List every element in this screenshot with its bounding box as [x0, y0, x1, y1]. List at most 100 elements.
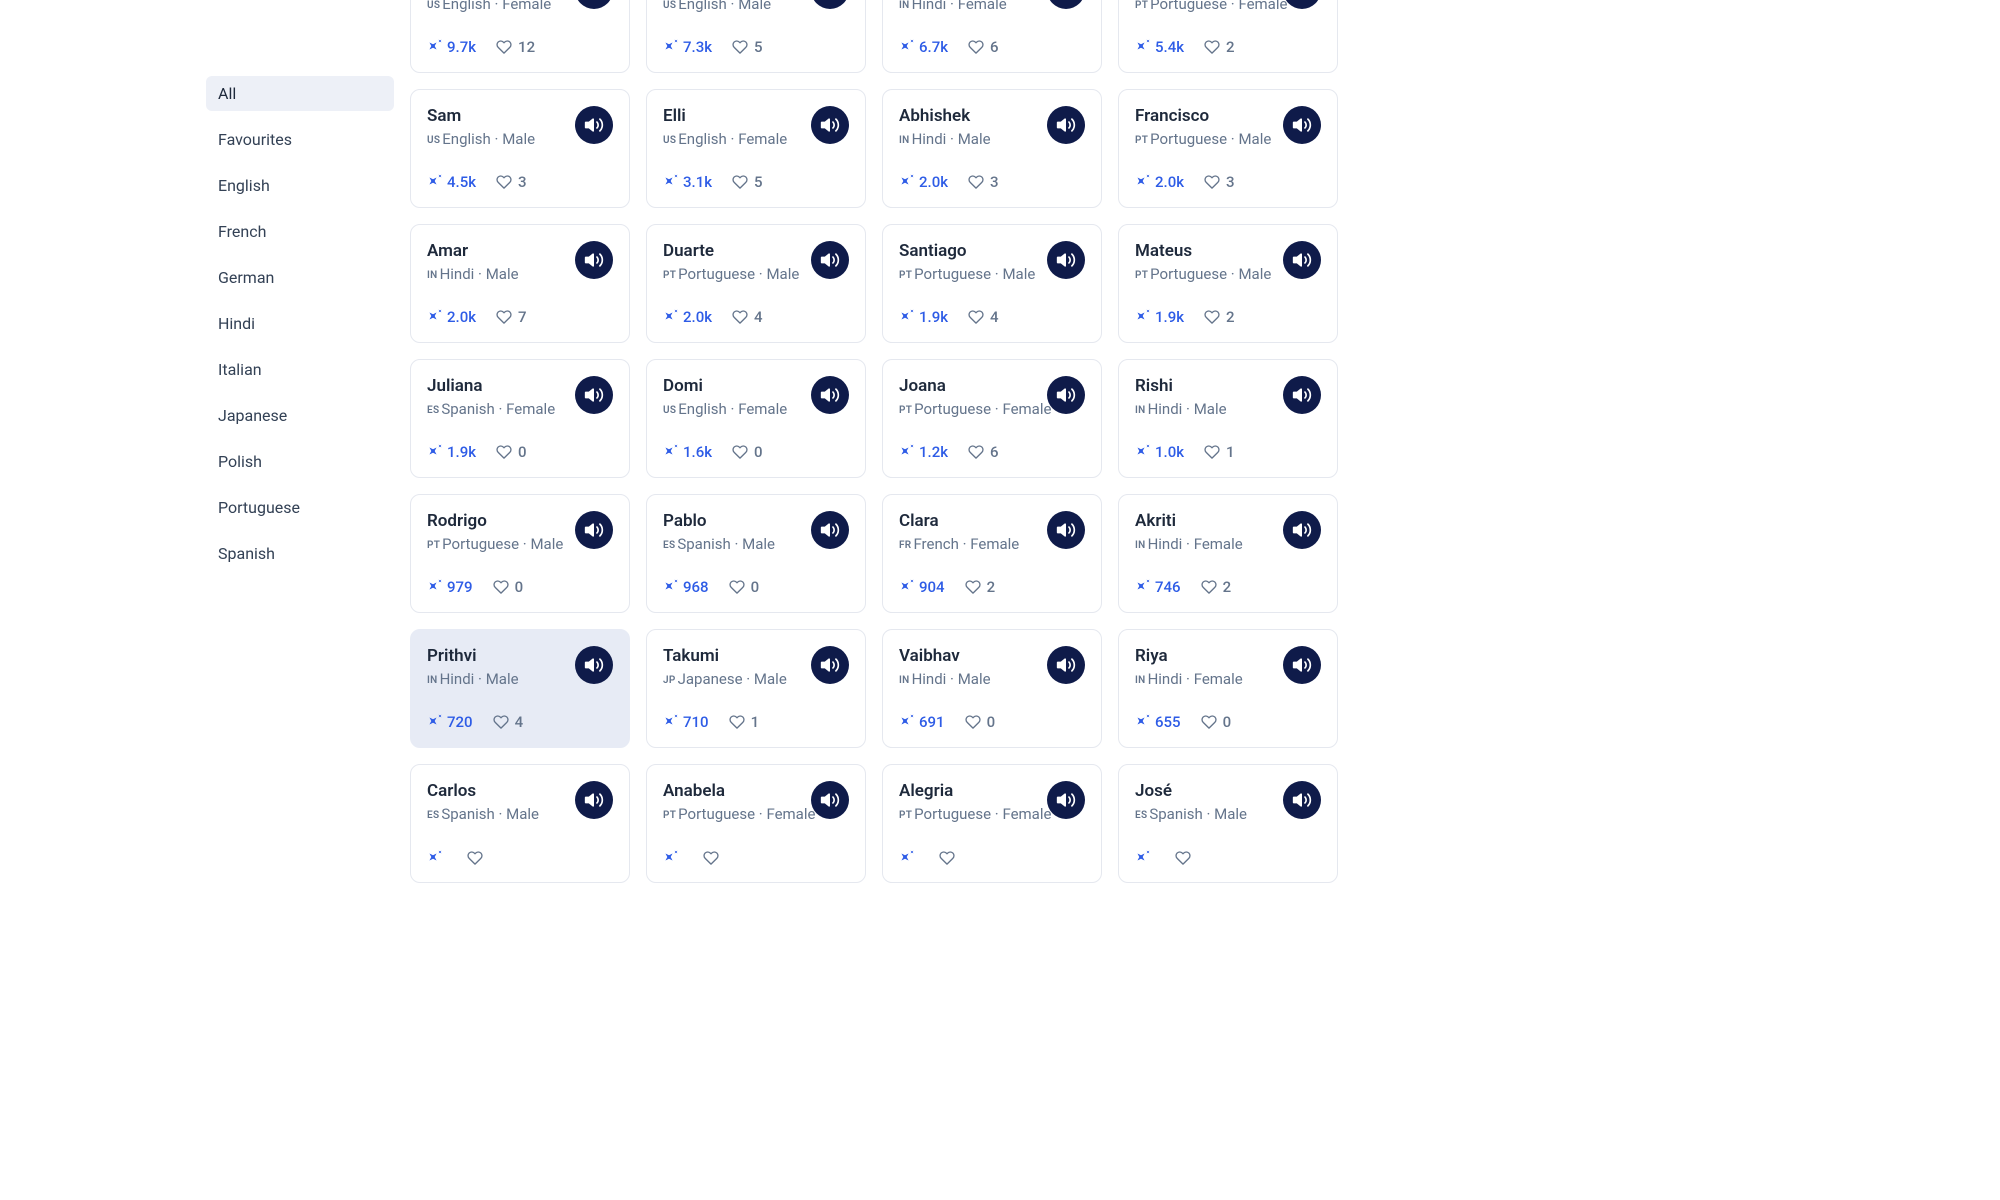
voice-card[interactable]: DomiUSEnglish · Female1.6k0 [646, 359, 866, 478]
sidebar-item-all[interactable]: All [206, 76, 394, 111]
voice-card[interactable]: AmarINHindi · Male2.0k7 [410, 224, 630, 343]
likes-stat[interactable]: 12 [496, 38, 535, 56]
play-button[interactable] [811, 511, 849, 549]
likes-stat[interactable]: 2 [965, 578, 996, 596]
play-button[interactable] [575, 511, 613, 549]
likes-stat[interactable]: 2 [1204, 308, 1235, 326]
voice-card[interactable]: AditiINHindi · Female6.7k6 [882, 0, 1102, 73]
play-button[interactable] [575, 106, 613, 144]
voice-card[interactable]: ClaraFRFrench · Female9042 [882, 494, 1102, 613]
voice-card[interactable]: MateusPTPortuguese · Male1.9k2 [1118, 224, 1338, 343]
play-button[interactable] [811, 241, 849, 279]
likes-stat[interactable]: 4 [968, 308, 999, 326]
play-button[interactable] [1047, 376, 1085, 414]
voice-card[interactable]: RiyaINHindi · Female6550 [1118, 629, 1338, 748]
sidebar-item-english[interactable]: English [206, 168, 394, 203]
voice-card[interactable]: AlegriaPTPortuguese · Female [882, 764, 1102, 883]
likes-stat[interactable]: 0 [1201, 713, 1232, 731]
voice-card[interactable]: AnabelaPTPortuguese · Female [646, 764, 866, 883]
likes-stat[interactable]: 6 [968, 443, 999, 461]
play-button[interactable] [575, 781, 613, 819]
play-button[interactable] [1047, 106, 1085, 144]
sidebar-item-french[interactable]: French [206, 214, 394, 249]
play-button[interactable] [1283, 646, 1321, 684]
play-button[interactable] [1283, 241, 1321, 279]
voice-card[interactable]: VaibhavINHindi · Male6910 [882, 629, 1102, 748]
voice-card[interactable]: AbhishekINHindi · Male2.0k3 [882, 89, 1102, 208]
voice-card[interactable]: CarlosESSpanish · Male [410, 764, 630, 883]
play-button[interactable] [575, 646, 613, 684]
play-button[interactable] [1283, 781, 1321, 819]
country-code: PT [1135, 135, 1148, 146]
likes-stat[interactable] [939, 850, 961, 866]
play-button[interactable] [1283, 376, 1321, 414]
voice-card[interactable]: PabloESSpanish · Male9680 [646, 494, 866, 613]
play-button[interactable] [811, 646, 849, 684]
voice-card[interactable]: ElliUSEnglish · Female3.1k5 [646, 89, 866, 208]
play-button[interactable] [1047, 781, 1085, 819]
play-button[interactable] [811, 781, 849, 819]
likes-stat[interactable]: 4 [732, 308, 763, 326]
play-button[interactable] [1047, 646, 1085, 684]
voice-card[interactable]: RishiINHindi · Male1.0k1 [1118, 359, 1338, 478]
voice-card[interactable]: JoséESSpanish · Male [1118, 764, 1338, 883]
play-button[interactable] [575, 376, 613, 414]
voice-card[interactable]: SantiagoPTPortuguese · Male1.9k4 [882, 224, 1102, 343]
likes-count: 2 [1226, 38, 1235, 56]
play-button[interactable] [811, 106, 849, 144]
play-button[interactable] [1047, 0, 1085, 9]
likes-stat[interactable] [1175, 850, 1197, 866]
play-button[interactable] [575, 241, 613, 279]
likes-stat[interactable]: 3 [968, 173, 999, 191]
likes-stat[interactable]: 4 [493, 713, 524, 731]
voice-card[interactable]: AkritiINHindi · Female7462 [1118, 494, 1338, 613]
likes-stat[interactable]: 0 [965, 713, 996, 731]
voice-card[interactable]: SamUSEnglish · Male4.5k3 [410, 89, 630, 208]
usage-count: 3.1k [683, 173, 712, 191]
usage-stat [663, 851, 683, 865]
play-button[interactable] [1283, 106, 1321, 144]
likes-stat[interactable]: 6 [968, 38, 999, 56]
play-button[interactable] [1283, 511, 1321, 549]
likes-stat[interactable]: 2 [1204, 38, 1235, 56]
likes-stat[interactable]: 0 [732, 443, 763, 461]
play-button[interactable] [811, 0, 849, 9]
voice-card[interactable]: JoanaPTPortuguese · Female1.2k6 [882, 359, 1102, 478]
likes-stat[interactable]: 1 [1204, 443, 1235, 461]
likes-stat[interactable]: 3 [496, 173, 527, 191]
likes-stat[interactable]: 5 [732, 173, 763, 191]
sidebar-item-polish[interactable]: Polish [206, 444, 394, 479]
sidebar-item-portuguese[interactable]: Portuguese [206, 490, 394, 525]
voice-card[interactable]: FranciscoPTPortuguese · Male2.0k3 [1118, 89, 1338, 208]
play-button[interactable] [1283, 0, 1321, 9]
play-button[interactable] [575, 0, 613, 9]
sidebar-item-german[interactable]: German [206, 260, 394, 295]
likes-stat[interactable]: 2 [1201, 578, 1232, 596]
likes-stat[interactable] [703, 850, 725, 866]
likes-stat[interactable]: 1 [729, 713, 760, 731]
voice-card[interactable]: PrithviINHindi · Male7204 [410, 629, 630, 748]
voice-card[interactable]: JulianaESSpanish · Female1.9k0 [410, 359, 630, 478]
sidebar-item-hindi[interactable]: Hindi [206, 306, 394, 341]
play-button[interactable] [811, 376, 849, 414]
likes-stat[interactable]: 7 [496, 308, 527, 326]
likes-stat[interactable]: 5 [732, 38, 763, 56]
sidebar-item-italian[interactable]: Italian [206, 352, 394, 387]
likes-stat[interactable]: 3 [1204, 173, 1235, 191]
usage-stat: 5.4k [1135, 38, 1184, 56]
voice-card[interactable]: TakumiJPJapanese · Male7101 [646, 629, 866, 748]
likes-stat[interactable]: 0 [493, 578, 524, 596]
play-button[interactable] [1047, 241, 1085, 279]
voice-card[interactable]: RodrigoPTPortuguese · Male9790 [410, 494, 630, 613]
voice-card[interactable]: DianaPTPortuguese · Female5.4k2 [1118, 0, 1338, 73]
sidebar-item-spanish[interactable]: Spanish [206, 536, 394, 571]
voice-card[interactable]: DuartePTPortuguese · Male2.0k4 [646, 224, 866, 343]
voice-card[interactable]: BellaUSEnglish · Female9.7k12 [410, 0, 630, 73]
sidebar-item-favourites[interactable]: Favourites [206, 122, 394, 157]
likes-stat[interactable]: 0 [729, 578, 760, 596]
sidebar-item-japanese[interactable]: Japanese [206, 398, 394, 433]
likes-stat[interactable] [467, 850, 489, 866]
likes-stat[interactable]: 0 [496, 443, 527, 461]
voice-card[interactable]: ArnoldUSEnglish · Male7.3k5 [646, 0, 866, 73]
play-button[interactable] [1047, 511, 1085, 549]
